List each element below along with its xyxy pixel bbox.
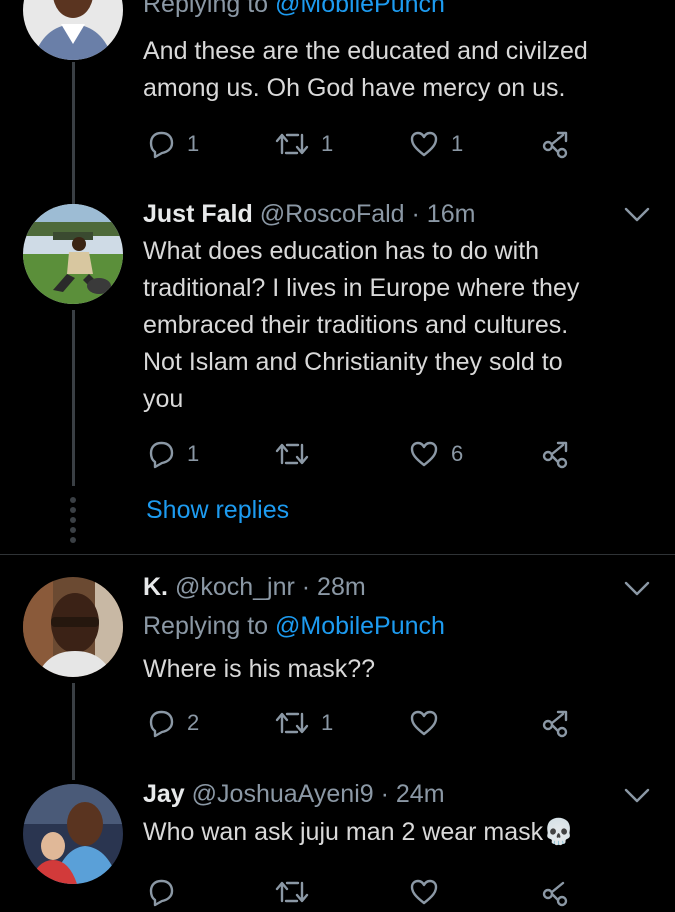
thread-gap-dots bbox=[69, 497, 77, 547]
reply-icon bbox=[149, 131, 174, 159]
share-button[interactable] bbox=[541, 124, 573, 164]
avatar[interactable] bbox=[23, 577, 123, 677]
share-icon bbox=[542, 881, 568, 907]
like-count: 6 bbox=[451, 441, 464, 466]
tweet-text: What does education has to do with tradi… bbox=[143, 237, 580, 413]
tweet-actions bbox=[143, 872, 583, 912]
tweet-header: Jay @JoshuaAyeni9 · 24m bbox=[143, 780, 445, 809]
share-icon bbox=[542, 710, 568, 738]
replying-to: Replying to @MobilePunch bbox=[143, 612, 445, 640]
user-handle[interactable]: @JoshuaAyeni9 bbox=[192, 780, 374, 808]
retweet-icon bbox=[275, 712, 309, 734]
display-name[interactable]: Just Fald bbox=[143, 200, 253, 228]
tweet-1[interactable]: Replying to @MobilePunch And these are t… bbox=[0, 0, 675, 190]
heart-icon bbox=[410, 441, 438, 467]
timestamp: · 28m bbox=[301, 573, 366, 601]
like-button[interactable]: 1 bbox=[409, 124, 463, 164]
reply-button[interactable] bbox=[147, 872, 175, 912]
reply-button[interactable]: 1 bbox=[147, 434, 199, 474]
reply-button[interactable]: 2 bbox=[147, 703, 199, 743]
display-name[interactable]: Jay bbox=[143, 780, 185, 808]
mention-link[interactable]: @MobilePunch bbox=[275, 0, 445, 18]
replying-to: Replying to @MobilePunch bbox=[143, 0, 445, 19]
tweet-actions: 1 1 1 bbox=[143, 124, 583, 164]
tweet-4[interactable]: Jay @JoshuaAyeni9 · 24m Who wan ask juju… bbox=[0, 780, 675, 907]
reply-icon bbox=[149, 441, 174, 469]
retweet-button[interactable]: 1 bbox=[275, 703, 333, 743]
display-name[interactable]: K. bbox=[143, 573, 168, 601]
mention-link[interactable]: @MobilePunch bbox=[275, 612, 445, 640]
avatar[interactable] bbox=[23, 784, 123, 884]
heart-icon bbox=[410, 710, 438, 736]
reply-count: 2 bbox=[187, 710, 200, 735]
like-button[interactable]: 6 bbox=[409, 434, 463, 474]
tweet-text: And these are the educated and civilzed … bbox=[143, 37, 588, 102]
skull-emoji: 💀 bbox=[543, 818, 575, 846]
share-button[interactable] bbox=[541, 703, 573, 743]
heart-icon bbox=[410, 131, 438, 157]
retweet-icon bbox=[275, 133, 309, 155]
reply-button[interactable]: 1 bbox=[147, 124, 199, 164]
tweet-text: Where is his mask?? bbox=[143, 655, 376, 683]
reply-count: 1 bbox=[187, 441, 200, 466]
share-button[interactable] bbox=[541, 434, 573, 474]
like-count: 1 bbox=[451, 131, 464, 156]
heart-icon bbox=[410, 879, 438, 905]
tweet-text: Who wan ask juju man 2 wear mask💀 bbox=[143, 818, 575, 846]
retweet-button[interactable] bbox=[275, 872, 309, 912]
timestamp: · 16m bbox=[411, 200, 476, 228]
reply-count: 1 bbox=[187, 131, 200, 156]
retweet-button[interactable]: 1 bbox=[275, 124, 333, 164]
share-button[interactable] bbox=[541, 872, 573, 912]
like-button[interactable] bbox=[409, 872, 439, 912]
thread-line bbox=[72, 62, 75, 190]
reply-icon bbox=[149, 710, 174, 738]
reply-icon bbox=[149, 879, 174, 907]
retweet-count: 1 bbox=[321, 131, 334, 156]
thread-line bbox=[72, 190, 75, 204]
retweet-button[interactable] bbox=[275, 434, 321, 474]
thread-line bbox=[72, 683, 75, 780]
show-replies-link[interactable]: Show replies bbox=[146, 496, 289, 525]
tweet-actions: 1 6 bbox=[143, 434, 583, 474]
avatar[interactable] bbox=[23, 204, 123, 304]
retweet-icon bbox=[275, 443, 309, 465]
user-handle[interactable]: @koch_jnr bbox=[175, 573, 295, 601]
thread-line bbox=[72, 310, 75, 486]
like-button[interactable] bbox=[409, 703, 451, 743]
tweet-actions: 2 1 bbox=[143, 703, 583, 743]
chevron-down-icon[interactable] bbox=[624, 207, 650, 223]
avatar[interactable] bbox=[23, 0, 123, 60]
timestamp: · 24m bbox=[380, 780, 445, 808]
user-handle[interactable]: @RoscoFald bbox=[260, 200, 405, 228]
chevron-down-icon[interactable] bbox=[624, 581, 650, 597]
tweet-3[interactable]: K. @koch_jnr · 28m Replying to @MobilePu… bbox=[0, 555, 675, 780]
share-icon bbox=[542, 441, 568, 469]
share-icon bbox=[542, 131, 568, 159]
retweet-count: 1 bbox=[321, 710, 334, 735]
tweet-header: K. @koch_jnr · 28m bbox=[143, 573, 366, 602]
tweet-header: Just Fald @RoscoFald · 16m bbox=[143, 200, 475, 229]
tweet-2[interactable]: Just Fald @RoscoFald · 16m What does edu… bbox=[0, 190, 675, 554]
chevron-down-icon[interactable] bbox=[624, 788, 650, 804]
